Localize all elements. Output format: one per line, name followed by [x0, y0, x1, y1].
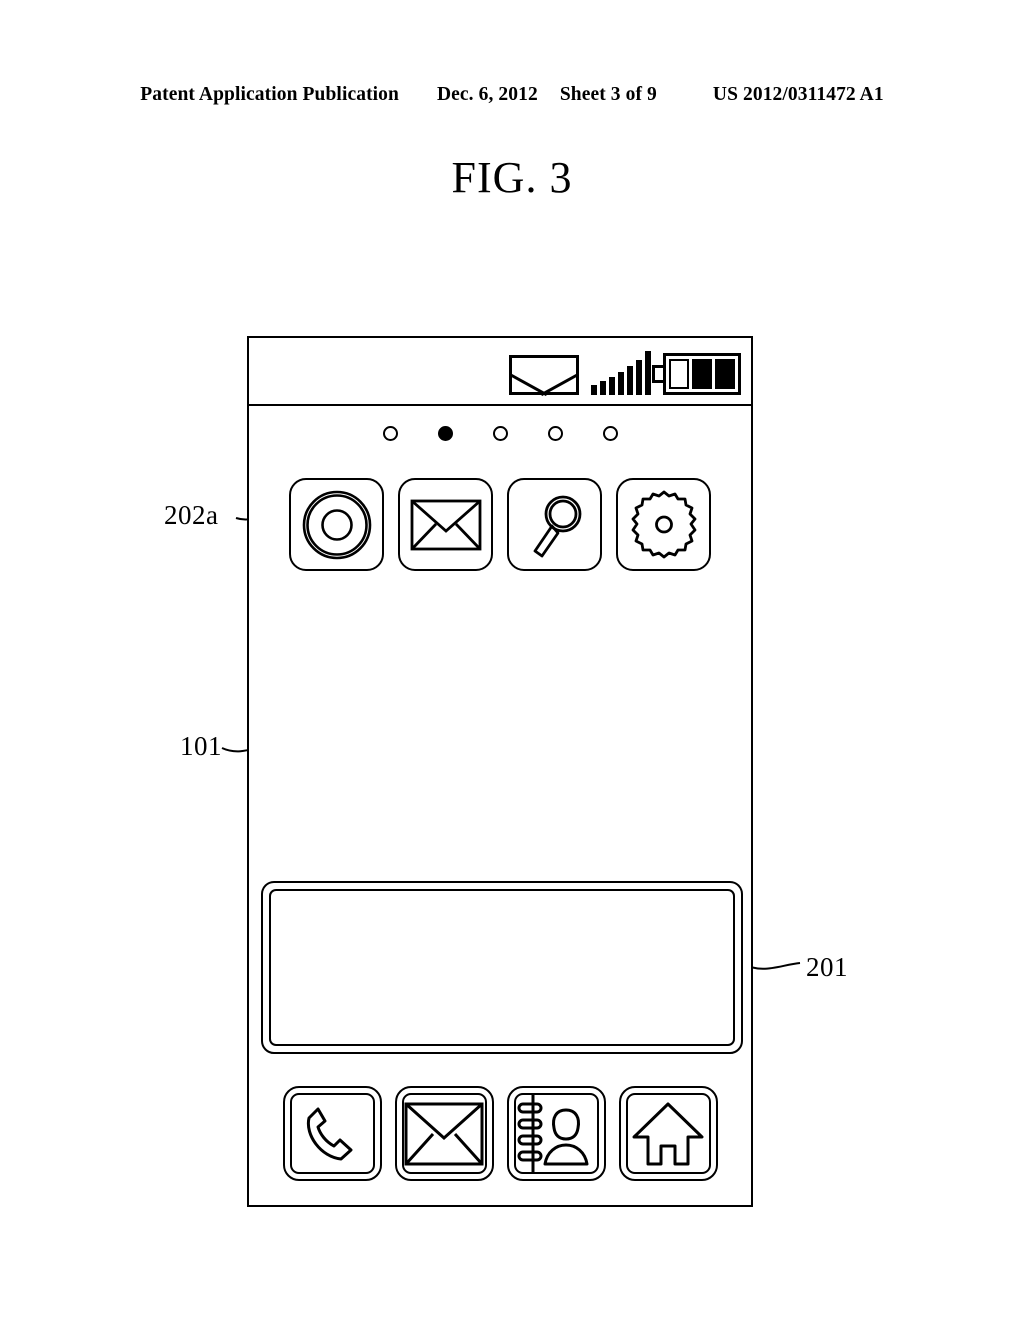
camera-lens-icon: [291, 480, 382, 569]
status-bar-icons: [509, 349, 741, 395]
reference-label-101: 101: [180, 731, 222, 761]
dock-icon-phone[interactable]: [282, 1086, 382, 1181]
page-dot[interactable]: [547, 426, 563, 441]
app-icon-settings[interactable]: [616, 478, 711, 571]
top-app-row: [249, 478, 751, 571]
publication-title: Patent Application Publication: [140, 84, 399, 105]
publication-date: Dec. 6, 2012: [436, 84, 538, 105]
dock-icon-messages[interactable]: [394, 1086, 494, 1181]
page-dot[interactable]: [602, 426, 618, 441]
magnifier-icon: [509, 480, 600, 569]
app-icon-camera[interactable]: [289, 478, 384, 571]
dock-icon-home[interactable]: [618, 1086, 718, 1181]
page-dot-active[interactable]: [437, 426, 453, 441]
home-icon: [621, 1088, 716, 1179]
reference-label-202a: 202a: [164, 500, 219, 530]
figure-title: FIG. 3: [451, 153, 573, 202]
gear-icon: [618, 480, 709, 569]
status-bar: [249, 338, 751, 406]
dock-row: [249, 1086, 751, 1181]
sheet-number: Sheet 3 of 9: [559, 84, 657, 105]
page-dot[interactable]: [492, 426, 508, 441]
device-screen: [247, 336, 753, 1207]
battery-icon: [652, 353, 741, 395]
content-region[interactable]: [261, 881, 743, 1054]
page-dot[interactable]: [382, 426, 398, 441]
dock-icon-contacts[interactable]: [506, 1086, 606, 1181]
contacts-book-icon: [509, 1088, 604, 1179]
battery-cell: [715, 359, 735, 389]
app-icon-mail[interactable]: [398, 478, 493, 571]
battery-cell: [669, 359, 689, 389]
reference-label-201: 201: [806, 952, 848, 982]
publication-header: Patent Application Publication Dec. 6, 2…: [0, 84, 1024, 114]
patent-number: US 2012/0311472 A1: [712, 84, 884, 105]
envelope-icon: [397, 1088, 492, 1179]
envelope-icon: [400, 480, 491, 569]
page-indicator[interactable]: [249, 426, 751, 441]
phone-handset-icon: [285, 1088, 380, 1179]
app-icon-search[interactable]: [507, 478, 602, 571]
envelope-icon: [509, 355, 579, 395]
signal-bars-icon: [591, 351, 651, 395]
battery-cell: [692, 359, 712, 389]
content-region-inner: [269, 889, 735, 1046]
